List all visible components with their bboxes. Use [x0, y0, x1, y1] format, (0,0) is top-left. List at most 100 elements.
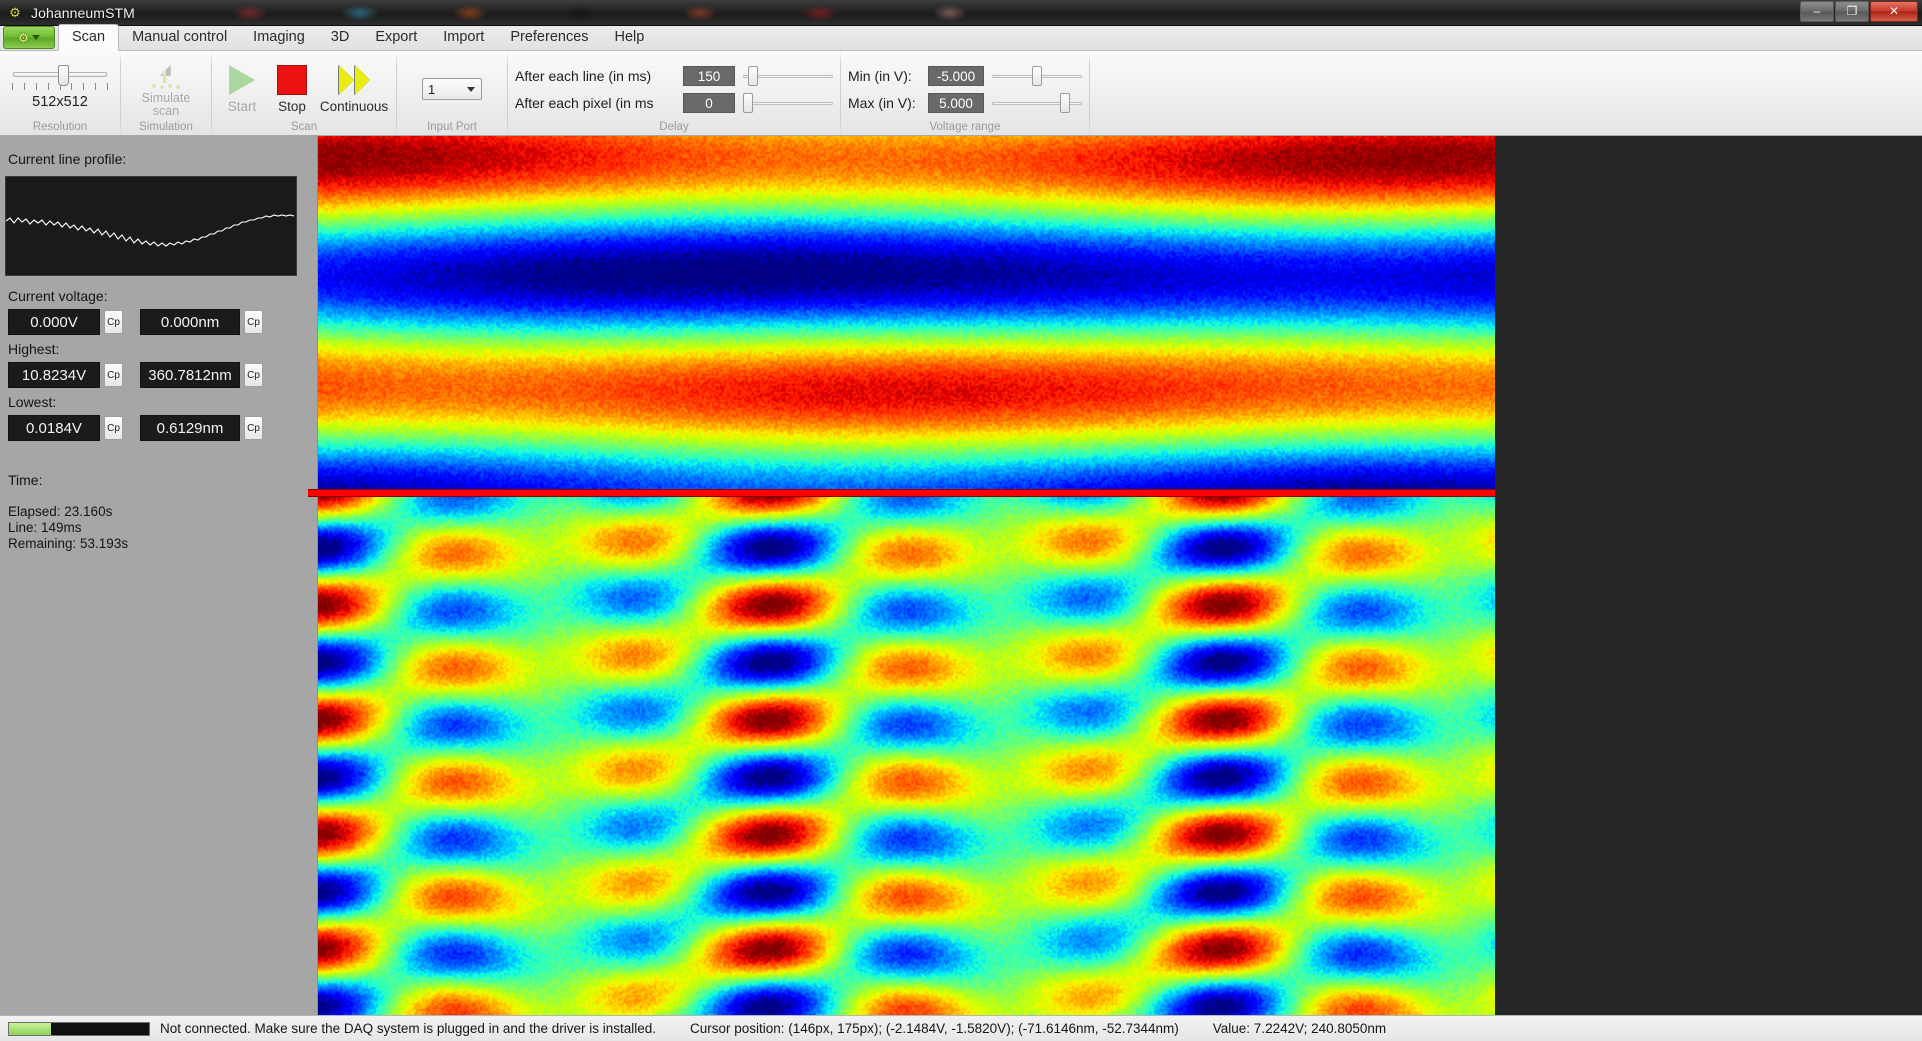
stm-tip-icon: ◢ — [148, 60, 184, 92]
copy-highest-distance-button[interactable]: Cp — [244, 363, 263, 387]
fast-forward-icon — [338, 65, 370, 95]
active-scanline-indicator — [308, 489, 1495, 498]
ribbon-group-delay: After each line (in ms) 150 After each p… — [508, 51, 840, 135]
ribbon-group-scan: Start Stop Continuous Scan — [212, 51, 396, 135]
current-distance-value: 0.000nm — [140, 309, 240, 335]
minimize-button[interactable]: – — [1800, 1, 1834, 22]
resolution-slider[interactable]: 512x512 — [7, 64, 113, 110]
ribbon-group-caption-input-port: Input Port — [427, 121, 477, 133]
application-window: ⚙ JohanneumSTM – ❐ ✕ ⚙ Scan Manual contr… — [0, 0, 1922, 1041]
ribbon-group-input-port: 1 Input Port — [397, 51, 507, 135]
current-voltage-value: 0.000V — [8, 309, 100, 335]
time-line: Line: 149ms — [8, 520, 82, 535]
highest-row: 10.8234V Cp 360.7812nm Cp — [8, 362, 263, 388]
chevron-down-icon — [467, 86, 475, 92]
ribbon-group-caption-scan: Scan — [290, 121, 318, 133]
voltage-min-row: Min (in V): -5.000 — [848, 65, 1082, 86]
ribbon-group-voltage-range: Min (in V): -5.000 Max (in V): 5.000 Vol… — [841, 51, 1089, 135]
tab-export[interactable]: Export — [362, 25, 430, 50]
status-bar: Not connected. Make sure the DAQ system … — [0, 1015, 1922, 1041]
after-each-line-label: After each line (in ms) — [515, 67, 652, 84]
after-each-line-row: After each line (in ms) 150 — [515, 65, 833, 86]
ribbon-group-caption-resolution: Resolution — [32, 121, 88, 133]
copy-lowest-distance-button[interactable]: Cp — [244, 416, 263, 440]
title-bar: ⚙ JohanneumSTM – ❐ ✕ — [0, 0, 1922, 26]
simulate-scan-label-line2: scan — [152, 103, 180, 118]
lowest-row: 0.0184V Cp 0.6129nm Cp — [8, 415, 263, 441]
line-profile-trace — [6, 214, 295, 247]
current-voltage-title: Current voltage: — [8, 288, 108, 304]
current-voltage-row: 0.000V Cp 0.000nm Cp — [8, 309, 263, 335]
copy-current-voltage-button[interactable]: Cp — [104, 310, 123, 334]
tab-manual-control[interactable]: Manual control — [119, 25, 240, 50]
start-button-label: Start — [227, 99, 257, 114]
continuous-button-label: Continuous — [319, 99, 389, 114]
window-controls: – ❐ ✕ — [1800, 1, 1918, 22]
resolution-slider-thumb[interactable] — [58, 64, 69, 86]
cursor-value-readout: Value: 7.2242V; 240.8050nm — [1212, 1021, 1387, 1036]
input-port-value: 1 — [428, 81, 436, 97]
ribbon-group-caption-simulation: Simulation — [139, 121, 193, 133]
after-each-line-slider[interactable] — [743, 65, 833, 86]
continuous-button[interactable]: Continuous — [319, 65, 389, 114]
start-button[interactable]: Start — [219, 65, 265, 114]
tab-3d[interactable]: 3D — [318, 25, 363, 50]
resolution-value: 512x512 — [32, 93, 88, 110]
highest-distance-value: 360.7812nm — [140, 362, 240, 388]
highest-voltage-value: 10.8234V — [8, 362, 100, 388]
lowest-title: Lowest: — [8, 394, 57, 410]
copy-lowest-voltage-button[interactable]: Cp — [104, 416, 123, 440]
lowest-voltage-value: 0.0184V — [8, 415, 100, 441]
after-each-pixel-slider[interactable] — [743, 92, 833, 113]
resolution-slider-track[interactable] — [13, 64, 107, 86]
highest-title: Highest: — [8, 341, 60, 357]
sidebar-panel: Current line profile: Current voltage: 0… — [0, 136, 318, 1015]
voltage-max-label: Max (in V): — [848, 94, 916, 111]
input-port-select[interactable]: 1 — [422, 78, 482, 100]
after-each-pixel-value[interactable]: 0 — [683, 92, 735, 113]
time-remaining: Remaining: 53.193s — [8, 536, 129, 551]
scan-progress-bar — [8, 1021, 150, 1036]
title-bar-background-blur — [160, 0, 1777, 26]
voltage-min-slider[interactable] — [992, 65, 1082, 86]
app-menu-button[interactable]: ⚙ — [3, 26, 55, 49]
stop-button[interactable]: Stop — [269, 65, 315, 114]
restore-button[interactable]: ❐ — [1835, 1, 1869, 22]
ribbon-toolbar: 512x512 Resolution ◢ Simulate scan Simul… — [0, 51, 1922, 136]
voltage-min-value[interactable]: -5.000 — [928, 65, 984, 86]
ribbon-group-simulation: ◢ Simulate scan Simulation — [121, 51, 211, 135]
play-icon — [229, 65, 255, 95]
tab-bar: ⚙ Scan Manual control Imaging 3D Export … — [0, 24, 1922, 51]
lowest-distance-value: 0.6129nm — [140, 415, 240, 441]
stm-tip-icon: ⚙ — [9, 4, 21, 20]
stop-icon — [277, 65, 307, 95]
close-button[interactable]: ✕ — [1870, 1, 1918, 22]
scan-canvas-area — [308, 136, 1922, 1015]
simulate-scan-button[interactable]: ◢ Simulate scan — [128, 56, 204, 118]
voltage-max-slider[interactable] — [992, 92, 1082, 113]
voltage-max-value[interactable]: 5.000 — [928, 92, 984, 113]
cursor-position-readout: Cursor position: (146px, 175px); (-2.148… — [690, 1021, 1179, 1036]
time-title: Time: — [8, 472, 43, 488]
tab-imaging[interactable]: Imaging — [240, 25, 318, 50]
tab-scan[interactable]: Scan — [58, 24, 120, 51]
copy-highest-voltage-button[interactable]: Cp — [104, 363, 123, 387]
tab-help[interactable]: Help — [602, 25, 658, 50]
connection-status-message: Not connected. Make sure the DAQ system … — [160, 1021, 656, 1036]
voltage-max-row: Max (in V): 5.000 — [848, 92, 1082, 113]
after-each-pixel-row: After each pixel (in ms 0 — [515, 92, 833, 113]
after-each-line-value[interactable]: 150 — [683, 65, 735, 86]
current-line-profile-title: Current line profile: — [8, 151, 127, 167]
current-line-profile-plot — [5, 176, 297, 276]
tab-preferences[interactable]: Preferences — [497, 25, 601, 50]
copy-current-distance-button[interactable]: Cp — [244, 310, 263, 334]
window-title: JohanneumSTM — [31, 4, 135, 21]
after-each-pixel-label: After each pixel (in ms — [515, 94, 654, 111]
voltage-min-label: Min (in V): — [848, 67, 912, 84]
stm-scan-heightmap[interactable] — [318, 136, 1495, 1015]
ribbon-separator — [1089, 51, 1090, 135]
tab-import[interactable]: Import — [430, 25, 497, 50]
app-menu-icon: ⚙ — [18, 30, 29, 45]
time-elapsed: Elapsed: 23.160s — [8, 504, 113, 519]
ribbon-group-caption-voltage-range: Voltage range — [929, 121, 1001, 133]
